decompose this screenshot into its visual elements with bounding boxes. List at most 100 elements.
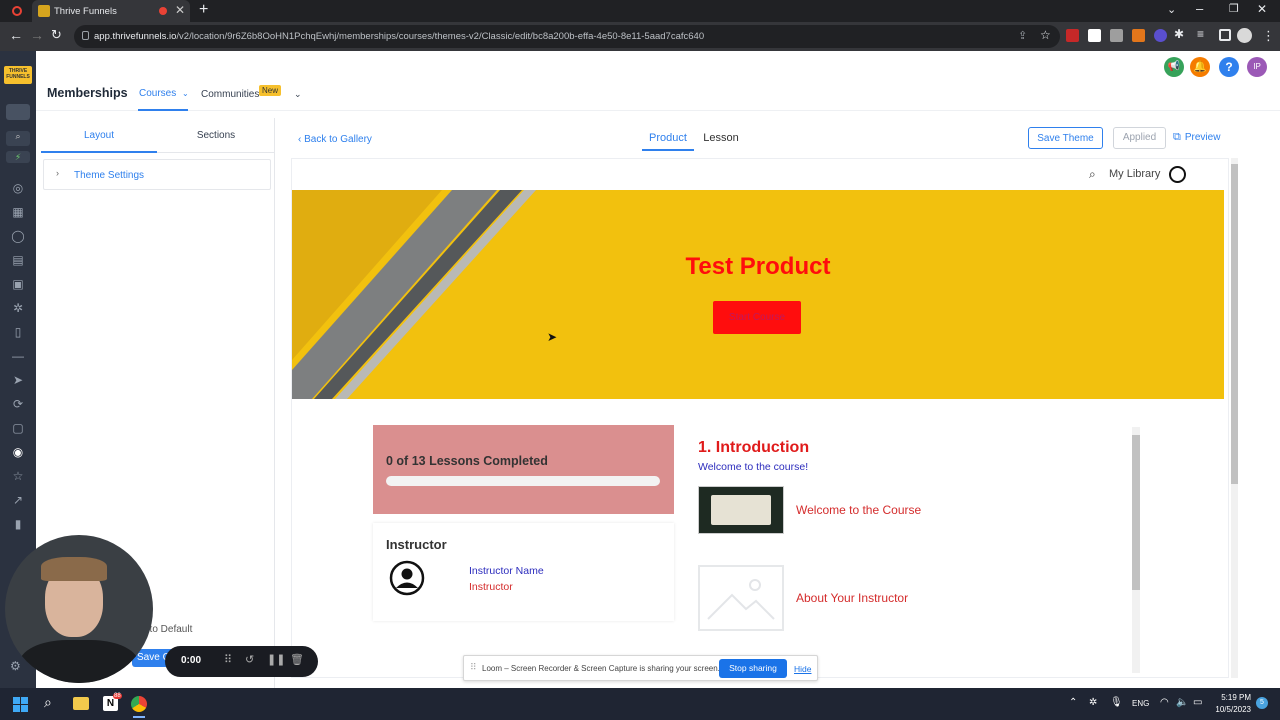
url-field[interactable]: app.thrivefunnels.io/v2/location/9r6Z6b8… xyxy=(74,25,1060,48)
scrollbar-thumb[interactable] xyxy=(1231,164,1238,484)
hero-banner: Test Product Start Course ➤ xyxy=(292,190,1224,399)
instructor-heading: Instructor xyxy=(386,537,447,552)
back-to-gallery-link[interactable]: ‹ Back to Gallery xyxy=(298,134,372,145)
calendar-icon[interactable]: ▤ xyxy=(9,248,27,272)
location-switcher-icon[interactable] xyxy=(6,104,30,120)
drag-handle-icon[interactable]: ⠿ xyxy=(470,662,477,673)
dashboard-icon[interactable]: ◎ xyxy=(9,176,27,200)
extension-icon[interactable] xyxy=(1110,29,1123,42)
marketing-icon[interactable]: ➤ xyxy=(9,368,27,392)
automation-icon[interactable]: ⟳ xyxy=(9,392,27,416)
back-icon[interactable]: ← xyxy=(9,27,23,43)
tab-product[interactable]: Product xyxy=(642,127,694,151)
account-icon[interactable] xyxy=(1169,166,1186,183)
microphone-icon[interactable]: 🎙 xyxy=(1110,697,1123,708)
new-tab-icon[interactable]: + xyxy=(199,1,208,19)
my-library-link[interactable]: My Library xyxy=(1109,168,1160,180)
theme-settings-accordion[interactable]: › Theme Settings xyxy=(43,159,271,190)
nav-more-chevron-icon[interactable]: ⌄ xyxy=(294,89,302,100)
curriculum-scrollbar[interactable] xyxy=(1132,427,1140,673)
tab-search-icon[interactable]: ⌄ xyxy=(1167,3,1176,16)
tab-sections[interactable]: Sections xyxy=(157,118,275,153)
webcam-bubble[interactable] xyxy=(5,535,153,683)
restart-icon[interactable]: ↺ xyxy=(245,653,254,666)
scrollbar-thumb[interactable] xyxy=(1132,435,1140,590)
windows-taskbar: ⌕ N 88 ⌃ ✲ 🎙 ENG ◠ 🔈 ▭ 5:19 PM 10/5/2023… xyxy=(0,688,1280,720)
side-panel-icon[interactable] xyxy=(1219,29,1231,41)
reading-list-icon[interactable]: ≡ xyxy=(1197,27,1204,41)
lesson-thumbnail-placeholder[interactable] xyxy=(698,565,784,631)
announcement-icon[interactable]: 📢 xyxy=(1164,57,1184,77)
app-header: Memberships Courses ⌄ Communities New ⌄ … xyxy=(36,51,1280,111)
start-course-button[interactable]: Start Course xyxy=(713,301,801,334)
pause-icon[interactable]: ❚❚ xyxy=(267,653,285,666)
wifi-icon[interactable]: ◠ xyxy=(1160,697,1169,708)
lesson-title[interactable]: Welcome to the Course xyxy=(796,503,921,517)
delete-icon[interactable]: 🗑 xyxy=(290,653,304,666)
profile-avatar-icon[interactable] xyxy=(1237,28,1252,43)
preview-link[interactable]: ⧉ Preview xyxy=(1173,131,1220,144)
search-icon[interactable]: ⌕ xyxy=(44,694,52,711)
search-icon[interactable]: ⌕ xyxy=(1089,167,1096,182)
extensions-tray: ✱ ≡ xyxy=(1066,27,1236,43)
share-icon[interactable]: ⇪ xyxy=(1018,29,1027,42)
record-icon xyxy=(12,6,22,16)
extension-icon[interactable] xyxy=(1088,29,1101,42)
nav-communities[interactable]: Communities xyxy=(201,89,259,100)
extension-icon[interactable] xyxy=(1066,29,1079,42)
lesson-title[interactable]: About Your Instructor xyxy=(796,591,908,605)
chevron-right-icon: › xyxy=(56,168,59,178)
window-close-icon[interactable]: ✕ xyxy=(1257,2,1267,16)
forward-icon[interactable]: → xyxy=(30,27,44,43)
language-indicator[interactable]: ENG xyxy=(1132,699,1149,708)
opportunities-icon[interactable]: ✲ xyxy=(9,296,27,320)
file-explorer-icon[interactable] xyxy=(73,697,89,710)
bookmark-star-icon[interactable]: ☆ xyxy=(1040,28,1051,42)
help-icon[interactable]: ? xyxy=(1219,57,1239,77)
sites-icon[interactable]: ▢ xyxy=(9,416,27,440)
metamask-icon[interactable] xyxy=(1132,29,1145,42)
loom-message: Loom – Screen Recorder & Screen Capture … xyxy=(482,664,720,673)
payments-icon[interactable]: ▯ xyxy=(9,320,27,344)
save-theme-button[interactable]: Save Theme xyxy=(1028,127,1103,149)
notification-count-badge[interactable]: 5 xyxy=(1256,697,1268,709)
windows-start-icon[interactable] xyxy=(13,697,28,712)
reporting-icon[interactable]: ↗ xyxy=(9,488,27,512)
hide-link[interactable]: Hide xyxy=(794,664,811,674)
reputation-icon[interactable]: ☆ xyxy=(9,464,27,488)
drag-handle-icon[interactable]: ⠿ xyxy=(224,653,232,666)
lightning-icon[interactable]: ⚡ xyxy=(6,151,30,163)
tab-close-icon[interactable]: ✕ xyxy=(175,3,185,17)
clock-time[interactable]: 5:19 PM xyxy=(1215,693,1251,702)
tray-chevron-icon[interactable]: ⌃ xyxy=(1069,697,1077,708)
clock-date[interactable]: 10/5/2023 xyxy=(1211,705,1251,714)
chrome-icon[interactable] xyxy=(131,696,147,712)
nav-courses[interactable]: Courses ⌄ xyxy=(139,88,189,99)
puzzle-icon[interactable]: ✱ xyxy=(1174,27,1184,41)
minimize-icon[interactable]: – xyxy=(1196,1,1203,16)
extension-icon[interactable] xyxy=(1154,29,1167,42)
reset-to-default-link[interactable]: t to Default xyxy=(144,624,192,635)
apps-icon[interactable]: ▦ xyxy=(9,200,27,224)
battery-icon[interactable]: ▭ xyxy=(1193,697,1202,708)
conversations-icon[interactable]: ◯ xyxy=(9,224,27,248)
canvas-scrollbar[interactable] xyxy=(1231,158,1238,678)
tab-layout[interactable]: Layout xyxy=(41,118,157,153)
lesson-thumbnail[interactable] xyxy=(698,486,784,534)
maximize-icon[interactable]: ❐ xyxy=(1229,2,1239,15)
tray-app-icon[interactable]: ✲ xyxy=(1089,697,1097,708)
contacts-icon[interactable]: ▣ xyxy=(9,272,27,296)
reload-icon[interactable]: ↻ xyxy=(51,27,62,43)
volume-icon[interactable]: 🔈 xyxy=(1176,697,1188,708)
search-icon[interactable]: ⌕ xyxy=(6,131,30,146)
user-avatar[interactable]: IP xyxy=(1247,57,1267,77)
chrome-menu-icon[interactable]: ⋮ xyxy=(1262,28,1275,44)
browser-tab[interactable]: Thrive Funnels ✕ xyxy=(32,0,190,22)
notifications-bell-icon[interactable]: 🔔 xyxy=(1190,57,1210,77)
stop-sharing-button[interactable]: Stop sharing xyxy=(719,659,787,678)
app-marketplace-icon[interactable]: ▮ xyxy=(9,512,27,536)
tab-lesson[interactable]: Lesson xyxy=(698,127,744,151)
applied-button[interactable]: Applied xyxy=(1113,127,1166,149)
memberships-icon[interactable]: ◉ xyxy=(9,440,27,464)
recording-timer: 0:00 xyxy=(181,655,202,666)
